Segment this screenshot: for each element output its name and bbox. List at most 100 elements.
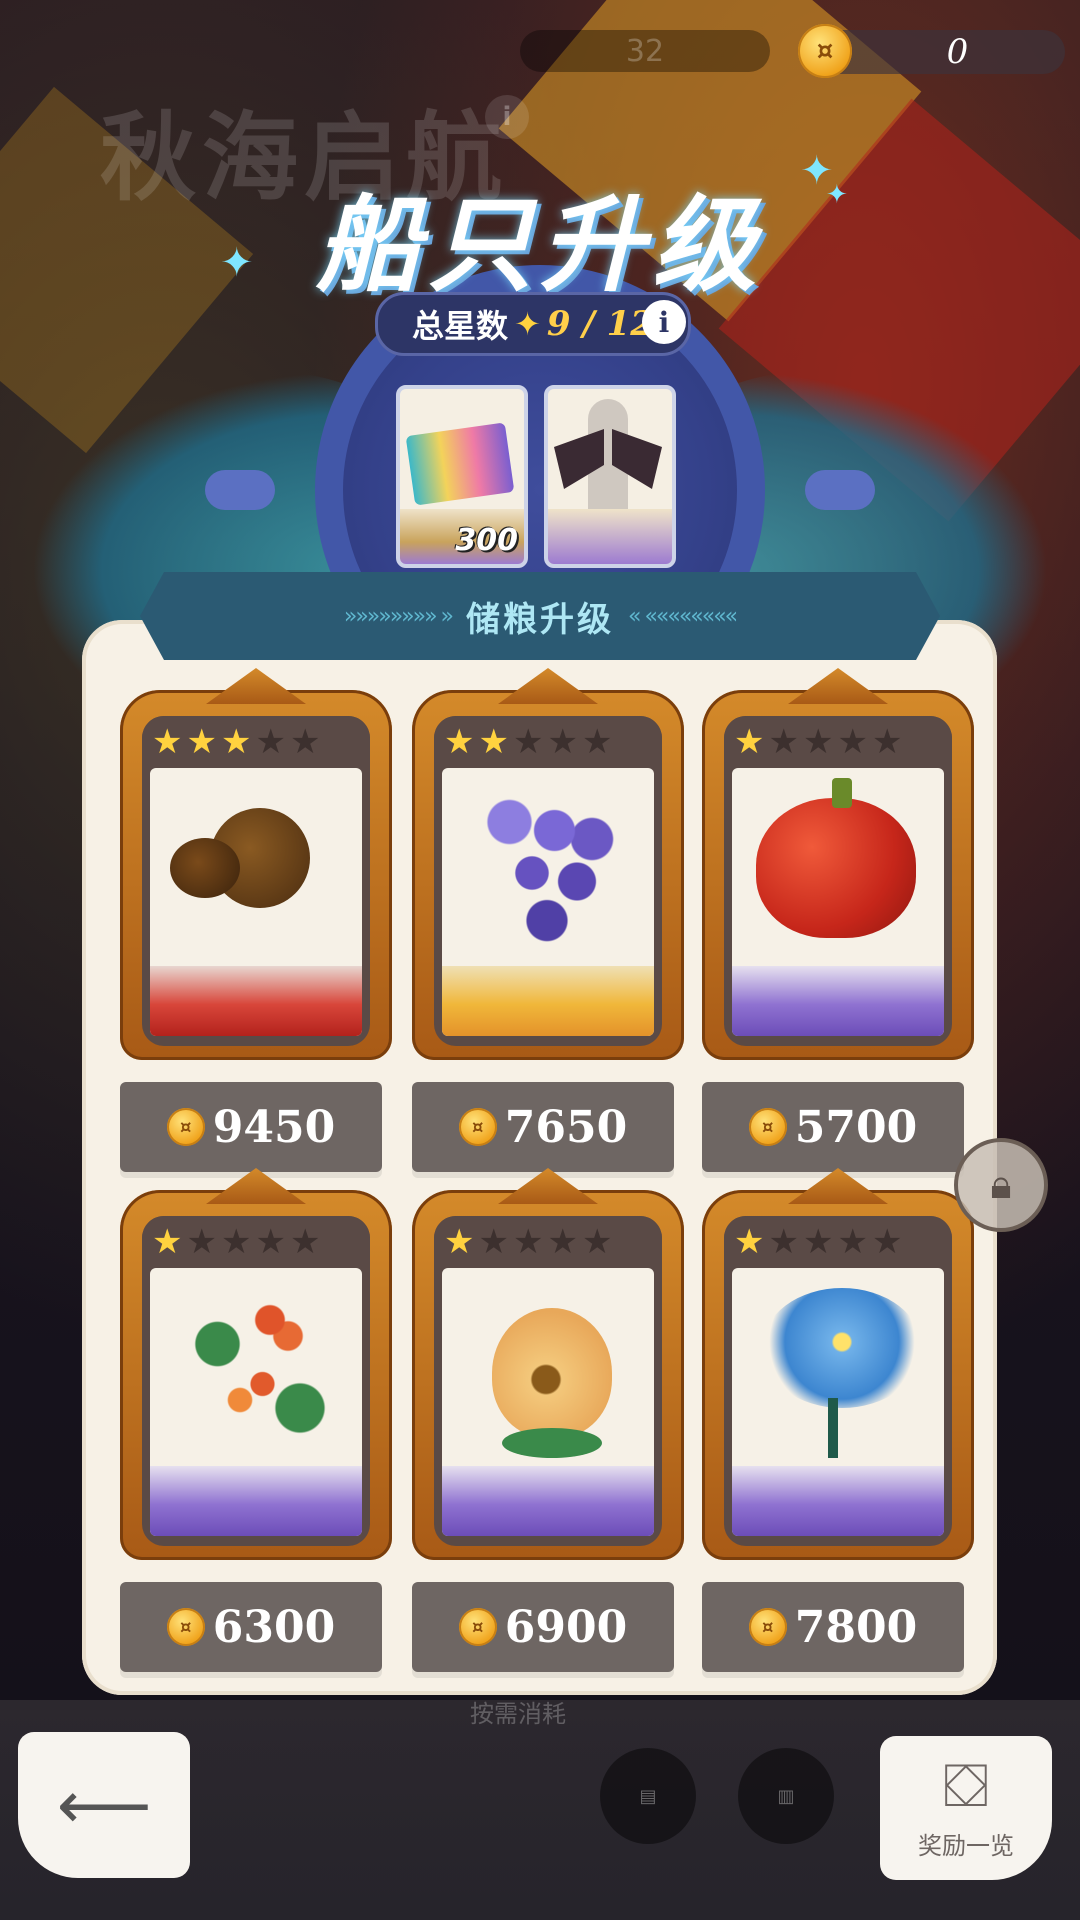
total-stars-label: 总星数 xyxy=(412,307,509,345)
star-empty-icon: ★ xyxy=(768,1222,799,1262)
star-empty-icon: ★ xyxy=(220,1222,252,1262)
item-frame: ★ ★ ★ ★ ★ xyxy=(702,690,974,1060)
coin-icon: ¤ xyxy=(458,1608,497,1646)
star-empty-icon: ★ xyxy=(837,722,868,762)
star-empty-icon: ★ xyxy=(802,722,834,762)
upgrade-item-blue-flower[interactable]: ★ ★ ★ ★ ★ ¤ 7800 xyxy=(702,1190,974,1676)
star-empty-icon: ★ xyxy=(289,722,321,762)
star-rating: ★ ★ ★ ★ ★ xyxy=(142,1216,370,1268)
upgrade-price-button[interactable]: ¤ 7650 xyxy=(412,1082,674,1172)
price-value: 5700 xyxy=(794,1101,918,1153)
item-art xyxy=(732,1268,944,1536)
task-icon: ▤ xyxy=(600,1748,696,1844)
price-value: 6300 xyxy=(212,1601,336,1653)
ticket-icon xyxy=(405,422,515,506)
star-empty-icon: ★ xyxy=(871,722,903,762)
leaf-icon xyxy=(502,1428,602,1458)
star-empty-icon: ★ xyxy=(768,722,799,762)
star-empty-icon: ★ xyxy=(255,722,286,762)
info-button[interactable]: i xyxy=(642,300,686,344)
reward-bat-wings[interactable] xyxy=(544,385,676,568)
coin-icon: ¤ xyxy=(748,1108,787,1146)
star-filled-icon: ★ xyxy=(152,722,183,762)
apple-icon xyxy=(756,798,916,938)
item-inner: ★ ★ ★ ★ ★ xyxy=(142,1216,370,1546)
star-empty-icon: ★ xyxy=(512,1222,544,1262)
star-empty-icon: ★ xyxy=(581,1222,613,1262)
reward-amount: 300 xyxy=(455,523,518,558)
upgrade-item-onion[interactable]: ★ ★ ★ ★ ★ ¤ 6900 xyxy=(412,1190,684,1676)
star-empty-icon: ★ xyxy=(255,1222,286,1262)
sparkle-icon: ✦ xyxy=(220,240,254,286)
onion-icon xyxy=(492,1308,612,1438)
item-art xyxy=(442,768,654,1036)
star-rating: ★ ★ ★ ★ ★ xyxy=(434,716,662,768)
coin-icon: ¤ xyxy=(748,1608,787,1646)
item-ground xyxy=(442,966,654,1036)
upgrade-price-button[interactable]: ¤ 5700 xyxy=(702,1082,964,1172)
upgrade-item-apple[interactable]: ★ ★ ★ ★ ★ ¤ 5700 xyxy=(702,690,974,1176)
star-rating: ★ ★ ★ ★ ★ xyxy=(142,716,370,768)
upgrade-price-button[interactable]: ¤ 7800 xyxy=(702,1582,964,1672)
coin-icon: ¤ xyxy=(166,1108,205,1146)
star-rating: ★ ★ ★ ★ ★ xyxy=(724,1216,952,1268)
star-empty-icon: ★ xyxy=(289,1222,321,1262)
stem-icon xyxy=(828,1398,838,1458)
wheel-handle xyxy=(805,470,875,510)
item-ground xyxy=(732,966,944,1036)
star-filled-icon: ★ xyxy=(152,1222,183,1262)
item-art xyxy=(150,768,362,1036)
star-rating: ★ ★ ★ ★ ★ xyxy=(434,1216,662,1268)
item-ground xyxy=(732,1466,944,1536)
bg-counter: 32 xyxy=(520,30,770,72)
price-value: 7800 xyxy=(794,1601,918,1653)
back-arrow-icon: ⟵ xyxy=(56,1766,152,1844)
coin-icon: ¤ xyxy=(458,1108,497,1146)
item-inner: ★ ★ ★ ★ ★ xyxy=(724,716,952,1046)
item-inner: ★ ★ ★ ★ ★ xyxy=(142,716,370,1046)
page-title: 船只升级 xyxy=(315,183,764,306)
item-frame: ★ ★ ★ ★ ★ xyxy=(120,690,392,1060)
price-value: 7650 xyxy=(504,1101,628,1153)
bg-info-icon: i xyxy=(485,95,529,139)
star-rating: ★ ★ ★ ★ ★ xyxy=(724,716,952,768)
star-empty-icon: ★ xyxy=(802,1222,834,1262)
item-ground xyxy=(150,1466,362,1536)
star-empty-icon: ★ xyxy=(547,1222,578,1262)
coin-icon: ¤ xyxy=(166,1608,205,1646)
currency-bar: ¤ 0 xyxy=(798,24,1065,78)
lock-icon[interactable]: 🔒︎ xyxy=(954,1138,1048,1232)
section-banner: »»»»»»»» » 储粮升级 « «««««««« xyxy=(140,572,940,660)
record-icon: ▥ xyxy=(738,1748,834,1844)
upgrade-item-grape[interactable]: ★ ★ ★ ★ ★ ¤ 7650 xyxy=(412,690,684,1176)
item-ground xyxy=(150,966,362,1036)
star-empty-icon: ★ xyxy=(186,1222,217,1262)
star-empty-icon: ★ xyxy=(871,1222,903,1262)
star-empty-icon: ★ xyxy=(837,1222,868,1262)
blue-flower-icon xyxy=(762,1288,922,1408)
item-frame: ★ ★ ★ ★ ★ xyxy=(702,1190,974,1560)
rewards-overview-button[interactable]: ⛋ 奖励一览 xyxy=(880,1736,1052,1880)
item-art xyxy=(732,768,944,1036)
upgrade-item-chestnut[interactable]: ★ ★ ★ ★ ★ ¤ 9450 xyxy=(120,690,392,1176)
back-button[interactable]: ⟵ xyxy=(18,1732,190,1878)
reward-floor xyxy=(548,509,672,564)
sparkle-icon: ✦ xyxy=(826,180,848,210)
reward-ticket[interactable]: 300 xyxy=(396,385,528,568)
upgrade-price-button[interactable]: ¤ 6900 xyxy=(412,1582,674,1672)
star-filled-icon: ★ xyxy=(478,722,509,762)
grape-icon xyxy=(472,788,622,958)
star-empty-icon: ★ xyxy=(512,722,544,762)
upgrade-price-button[interactable]: ¤ 9450 xyxy=(120,1082,382,1172)
rewards-overview-label: 奖励一览 xyxy=(918,1831,1014,1860)
treasure-chest-icon: ⛋ xyxy=(943,1750,989,1821)
upgrade-item-berry-branch[interactable]: ★ ★ ★ ★ ★ ¤ 6300 xyxy=(120,1190,392,1676)
section-title: 储粮升级 xyxy=(466,599,614,640)
upgrade-price-button[interactable]: ¤ 6300 xyxy=(120,1582,382,1672)
total-stars-count: 9 / 12 xyxy=(546,304,654,344)
star-filled-icon: ★ xyxy=(734,722,765,762)
star-empty-icon: ★ xyxy=(547,722,578,762)
star-filled-icon: ★ xyxy=(734,1222,765,1262)
item-art xyxy=(442,1268,654,1536)
currency-value: 0 xyxy=(946,32,969,72)
